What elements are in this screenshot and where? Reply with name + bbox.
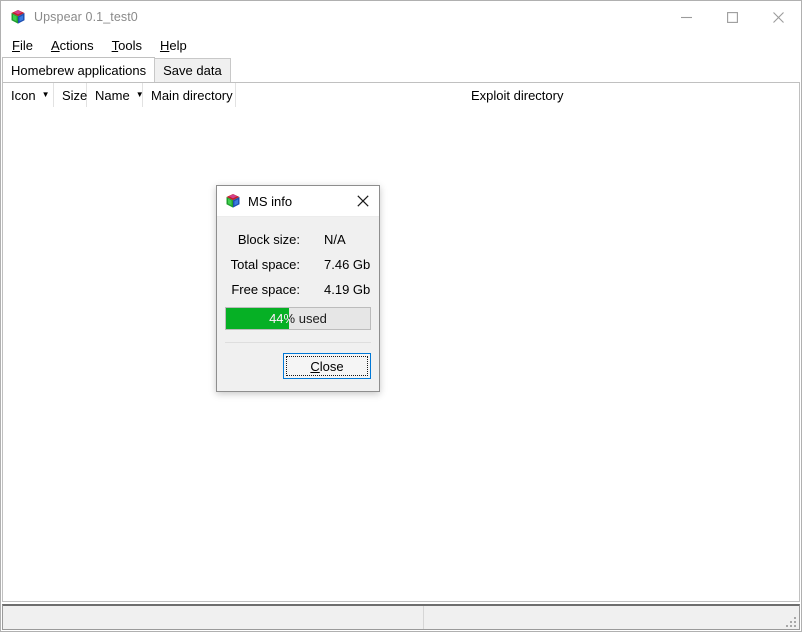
tab-homebrew-applications-label: Homebrew applications xyxy=(11,62,147,78)
main-window: Upspear 0.1_test0 File Actions Tools Hel… xyxy=(0,0,802,632)
ms-info-dialog: MS info Block size: N/A Total space: 7.4… xyxy=(216,185,380,392)
menu-item-file-label: ile xyxy=(19,37,33,53)
column-header-name[interactable]: Name ▼ xyxy=(87,83,144,107)
dialog-footer: Close xyxy=(217,343,379,391)
info-label-total-space: Total space: xyxy=(230,257,300,272)
app-cube-icon xyxy=(225,193,241,209)
menu-accel-actions: A xyxy=(50,37,60,53)
close-icon[interactable] xyxy=(755,1,801,33)
menu-item-tools-label: ools xyxy=(118,37,142,53)
menu-item-actions-label: ctions xyxy=(59,37,94,53)
maximize-icon[interactable] xyxy=(709,1,755,33)
info-label-free-space: Free space: xyxy=(231,282,300,297)
progress-bar-label: 44% used xyxy=(269,311,327,326)
dialog-body: Block size: N/A Total space: 7.46 Gb Fre… xyxy=(217,217,379,330)
close-icon[interactable] xyxy=(346,186,379,216)
info-value-block-size: N/A xyxy=(324,232,346,247)
info-row-total-space: Total space: 7.46 Gb xyxy=(224,252,372,277)
chevron-down-icon: ▼ xyxy=(41,90,50,99)
column-header-icon-label: Icon xyxy=(11,87,36,103)
dialog-title: MS info xyxy=(248,193,293,209)
column-header-row: Icon ▼ Size Name ▼ Main directory Exploi… xyxy=(3,83,799,108)
menu-item-help[interactable]: Help xyxy=(158,36,196,55)
tab-save-data[interactable]: Save data xyxy=(154,58,231,82)
status-bar-divider xyxy=(423,606,424,629)
menu-accel-file: F xyxy=(12,37,20,53)
menu-item-file[interactable]: File xyxy=(10,36,42,55)
app-cube-icon xyxy=(10,9,26,25)
close-button[interactable]: Close xyxy=(283,353,371,379)
menu-item-tools[interactable]: Tools xyxy=(110,36,151,55)
menu-item-actions[interactable]: Actions xyxy=(49,36,103,55)
content-pane: Icon ▼ Size Name ▼ Main directory Exploi… xyxy=(2,82,800,602)
tab-homebrew-applications[interactable]: Homebrew applications xyxy=(2,57,156,82)
column-header-icon[interactable]: Icon ▼ xyxy=(3,83,54,107)
menu-item-help-label: elp xyxy=(169,37,187,53)
status-bar xyxy=(2,604,800,630)
info-label-block-size: Block size: xyxy=(237,232,300,247)
info-row-free-space: Free space: 4.19 Gb xyxy=(224,277,372,302)
minimize-icon[interactable] xyxy=(663,1,709,33)
info-value-total-space: 7.46 Gb xyxy=(324,257,371,272)
dialog-title-bar: MS info xyxy=(217,186,379,217)
menu-bar: File Actions Tools Help xyxy=(1,33,801,57)
info-value-free-space: 4.19 Gb xyxy=(324,282,371,297)
column-header-exploit-directory[interactable]: Exploit directory xyxy=(236,83,799,107)
column-header-main-directory[interactable]: Main directory xyxy=(143,83,236,107)
info-row-block-size: Block size: N/A xyxy=(224,227,372,252)
resize-grip-icon[interactable] xyxy=(783,614,796,627)
progress-bar-text: 44% used 44% used xyxy=(226,308,370,329)
storage-usage-progress-bar: 44% used 44% used xyxy=(225,307,371,330)
tab-save-data-label: Save data xyxy=(163,63,222,78)
application-list[interactable] xyxy=(3,108,799,601)
column-header-size-label: Size xyxy=(62,87,88,103)
column-header-size[interactable]: Size xyxy=(54,83,87,107)
focus-rectangle xyxy=(286,356,368,376)
window-title: Upspear 0.1_test0 xyxy=(34,10,138,24)
column-header-main-directory-label: Main directory xyxy=(151,87,233,103)
title-bar: Upspear 0.1_test0 xyxy=(1,1,801,33)
column-header-name-label: Name xyxy=(95,87,130,103)
column-header-exploit-directory-label: Exploit directory xyxy=(471,87,564,103)
window-controls xyxy=(663,1,801,33)
tab-strip: Homebrew applications Save data xyxy=(1,57,801,82)
menu-accel-help: H xyxy=(159,37,170,53)
